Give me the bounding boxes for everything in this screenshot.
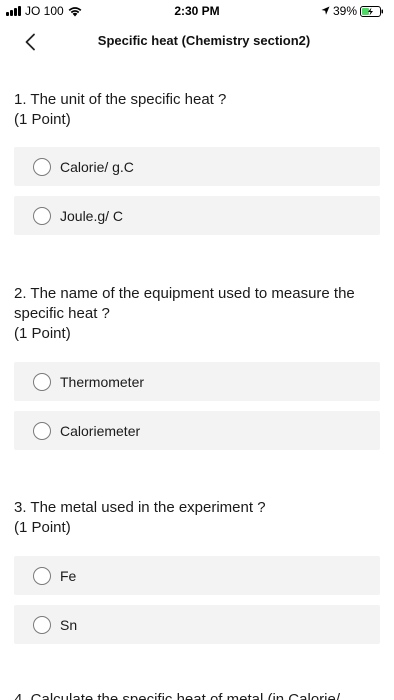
option-caloriemeter[interactable]: Caloriemeter	[14, 411, 380, 450]
status-bar: JO 100 2:30 PM 39%	[0, 0, 394, 24]
question-text: 1. The unit of the specific heat ?	[14, 91, 227, 108]
option-label: Caloriemeter	[60, 422, 141, 439]
form-page: JO 100 2:30 PM 39% Specific heat (Chemis…	[0, 0, 394, 700]
question-points: (1 Point)	[14, 111, 71, 128]
option-thermometer[interactable]: Thermometer	[14, 362, 380, 401]
question-text: 3. The metal used in the experiment ?	[14, 499, 266, 516]
battery-charging-icon	[360, 5, 383, 17]
option-sn[interactable]: Sn	[14, 605, 380, 644]
option-label: Fe	[60, 567, 77, 584]
battery-percent: 39%	[332, 4, 357, 18]
radio-button[interactable]	[33, 206, 51, 225]
question-4: 4. Calculate the specific heat of metal …	[0, 690, 394, 700]
radio-button[interactable]	[33, 566, 51, 585]
location-icon	[321, 6, 330, 15]
option-calorie[interactable]: Calorie/ g.C	[14, 147, 380, 186]
status-right: 39%	[321, 4, 384, 18]
nav-bar: Specific heat (Chemistry section2)	[0, 24, 394, 60]
option-fe[interactable]: Fe	[14, 556, 380, 595]
option-label: Sn	[60, 616, 78, 633]
option-label: Thermometer	[60, 373, 145, 390]
form-title: Specific heat (Chemistry section2)	[97, 33, 311, 48]
question-text: 4. Calculate the specific heat of metal …	[14, 691, 340, 700]
radio-button[interactable]	[33, 157, 51, 176]
question-text: 2. The name of the equipment used to mea…	[14, 285, 355, 322]
question-2: 2. The name of the equipment used to mea…	[0, 284, 394, 344]
radio-button[interactable]	[33, 615, 51, 634]
radio-button[interactable]	[33, 421, 51, 440]
option-joule[interactable]: Joule.g/ C	[14, 196, 380, 235]
question-points: (1 Point)	[14, 519, 71, 536]
option-label: Calorie/ g.C	[60, 158, 134, 175]
question-3: 3. The metal used in the experiment ? (1…	[0, 498, 394, 538]
option-label: Joule.g/ C	[60, 207, 124, 224]
question-points: (1 Point)	[14, 325, 71, 342]
question-1: 1. The unit of the specific heat ? (1 Po…	[0, 90, 394, 130]
radio-button[interactable]	[33, 372, 51, 391]
